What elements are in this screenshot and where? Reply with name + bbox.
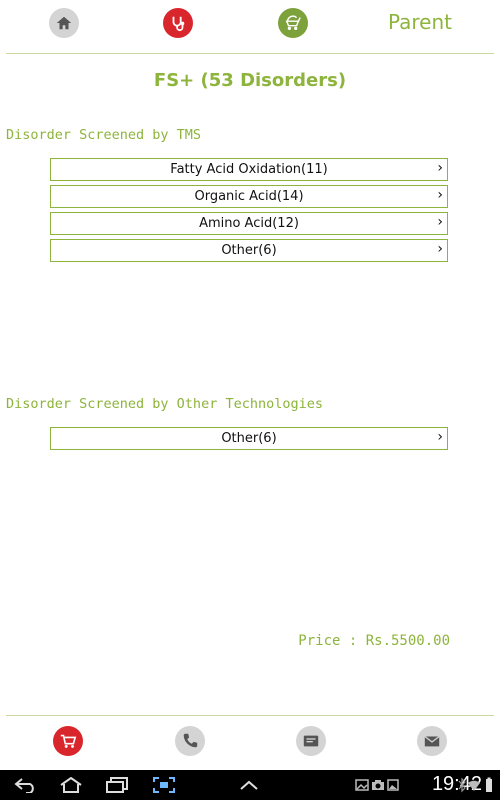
- header: Parent: [0, 0, 500, 52]
- section-title-tms: Disorder Screened by TMS: [6, 127, 202, 143]
- gallery-notification-icon: [355, 776, 369, 794]
- phone-icon-glyph: [183, 733, 198, 748]
- wifi-icon-glyph: [468, 780, 480, 791]
- chevron-up-icon-glyph: [240, 780, 258, 790]
- battery-icon: [483, 776, 495, 794]
- section-title-other-technologies: Disorder Screened by Other Technologies: [6, 396, 323, 412]
- chevron-up-icon[interactable]: [236, 776, 262, 794]
- mail-icon-glyph: [424, 735, 440, 747]
- camera-notification-icon: [371, 776, 385, 794]
- image-notification-icon-glyph: [387, 779, 399, 791]
- list-item-fatty-acid-oxidation[interactable]: Fatty Acid Oxidation(11) ›: [50, 158, 448, 181]
- back-icon-glyph: [14, 778, 34, 793]
- battery-icon-glyph: [486, 777, 492, 792]
- chevron-right-icon: ›: [437, 214, 443, 230]
- home-nav-icon[interactable]: [58, 776, 84, 794]
- stethoscope-icon[interactable]: [163, 8, 193, 38]
- cart-icon[interactable]: [53, 726, 83, 756]
- page-title: FS+ (53 Disorders): [153, 70, 347, 91]
- system-navigation-bar: 19:42: [0, 770, 500, 800]
- list-item-label: Fatty Acid Oxidation(11): [170, 162, 328, 177]
- chevron-right-icon: ›: [437, 429, 443, 445]
- wifi-icon: [467, 776, 481, 794]
- header-divider: [6, 53, 494, 54]
- chevron-right-icon: ›: [437, 187, 443, 203]
- home-nav-icon-glyph: [60, 777, 82, 793]
- list-item-label: Organic Acid(14): [194, 189, 304, 204]
- back-icon[interactable]: [12, 776, 40, 794]
- bluetooth-icon: [458, 776, 466, 794]
- list-item-organic-acid[interactable]: Organic Acid(14) ›: [50, 185, 448, 208]
- phone-icon[interactable]: [175, 726, 205, 756]
- screenshot-icon[interactable]: [152, 776, 176, 794]
- recent-apps-icon-glyph: [106, 777, 128, 793]
- message-icon[interactable]: [296, 726, 326, 756]
- list-item-label: Other(6): [221, 431, 277, 446]
- gallery-notification-icon-glyph: [355, 779, 369, 791]
- screenshot-icon-glyph: [153, 777, 175, 793]
- stethoscope-icon-glyph: [172, 16, 185, 32]
- home-icon-glyph: [56, 16, 72, 30]
- chevron-right-icon: ›: [437, 241, 443, 257]
- message-icon-glyph: [303, 735, 319, 747]
- list-item-other-technologies[interactable]: Other(6) ›: [50, 427, 448, 450]
- baby-stroller-icon[interactable]: [278, 8, 308, 38]
- bluetooth-icon-glyph: [458, 777, 466, 793]
- footer-divider: [6, 715, 494, 716]
- list-item-other-tms[interactable]: Other(6) ›: [50, 239, 448, 262]
- home-icon[interactable]: [49, 8, 79, 38]
- chevron-right-icon: ›: [437, 160, 443, 176]
- camera-notification-icon-glyph: [372, 780, 384, 790]
- parent-label[interactable]: Parent: [388, 10, 452, 34]
- recent-apps-icon[interactable]: [104, 776, 130, 794]
- list-item-label: Other(6): [221, 243, 277, 258]
- mail-icon[interactable]: [417, 726, 447, 756]
- image-notification-icon: [387, 776, 399, 794]
- list-item-amino-acid[interactable]: Amino Acid(12) ›: [50, 212, 448, 235]
- cart-icon-glyph: [60, 734, 77, 748]
- baby-stroller-icon-glyph: [285, 15, 301, 31]
- price-text: Price : Rs.5500.00: [298, 633, 450, 649]
- list-item-label: Amino Acid(12): [199, 216, 299, 231]
